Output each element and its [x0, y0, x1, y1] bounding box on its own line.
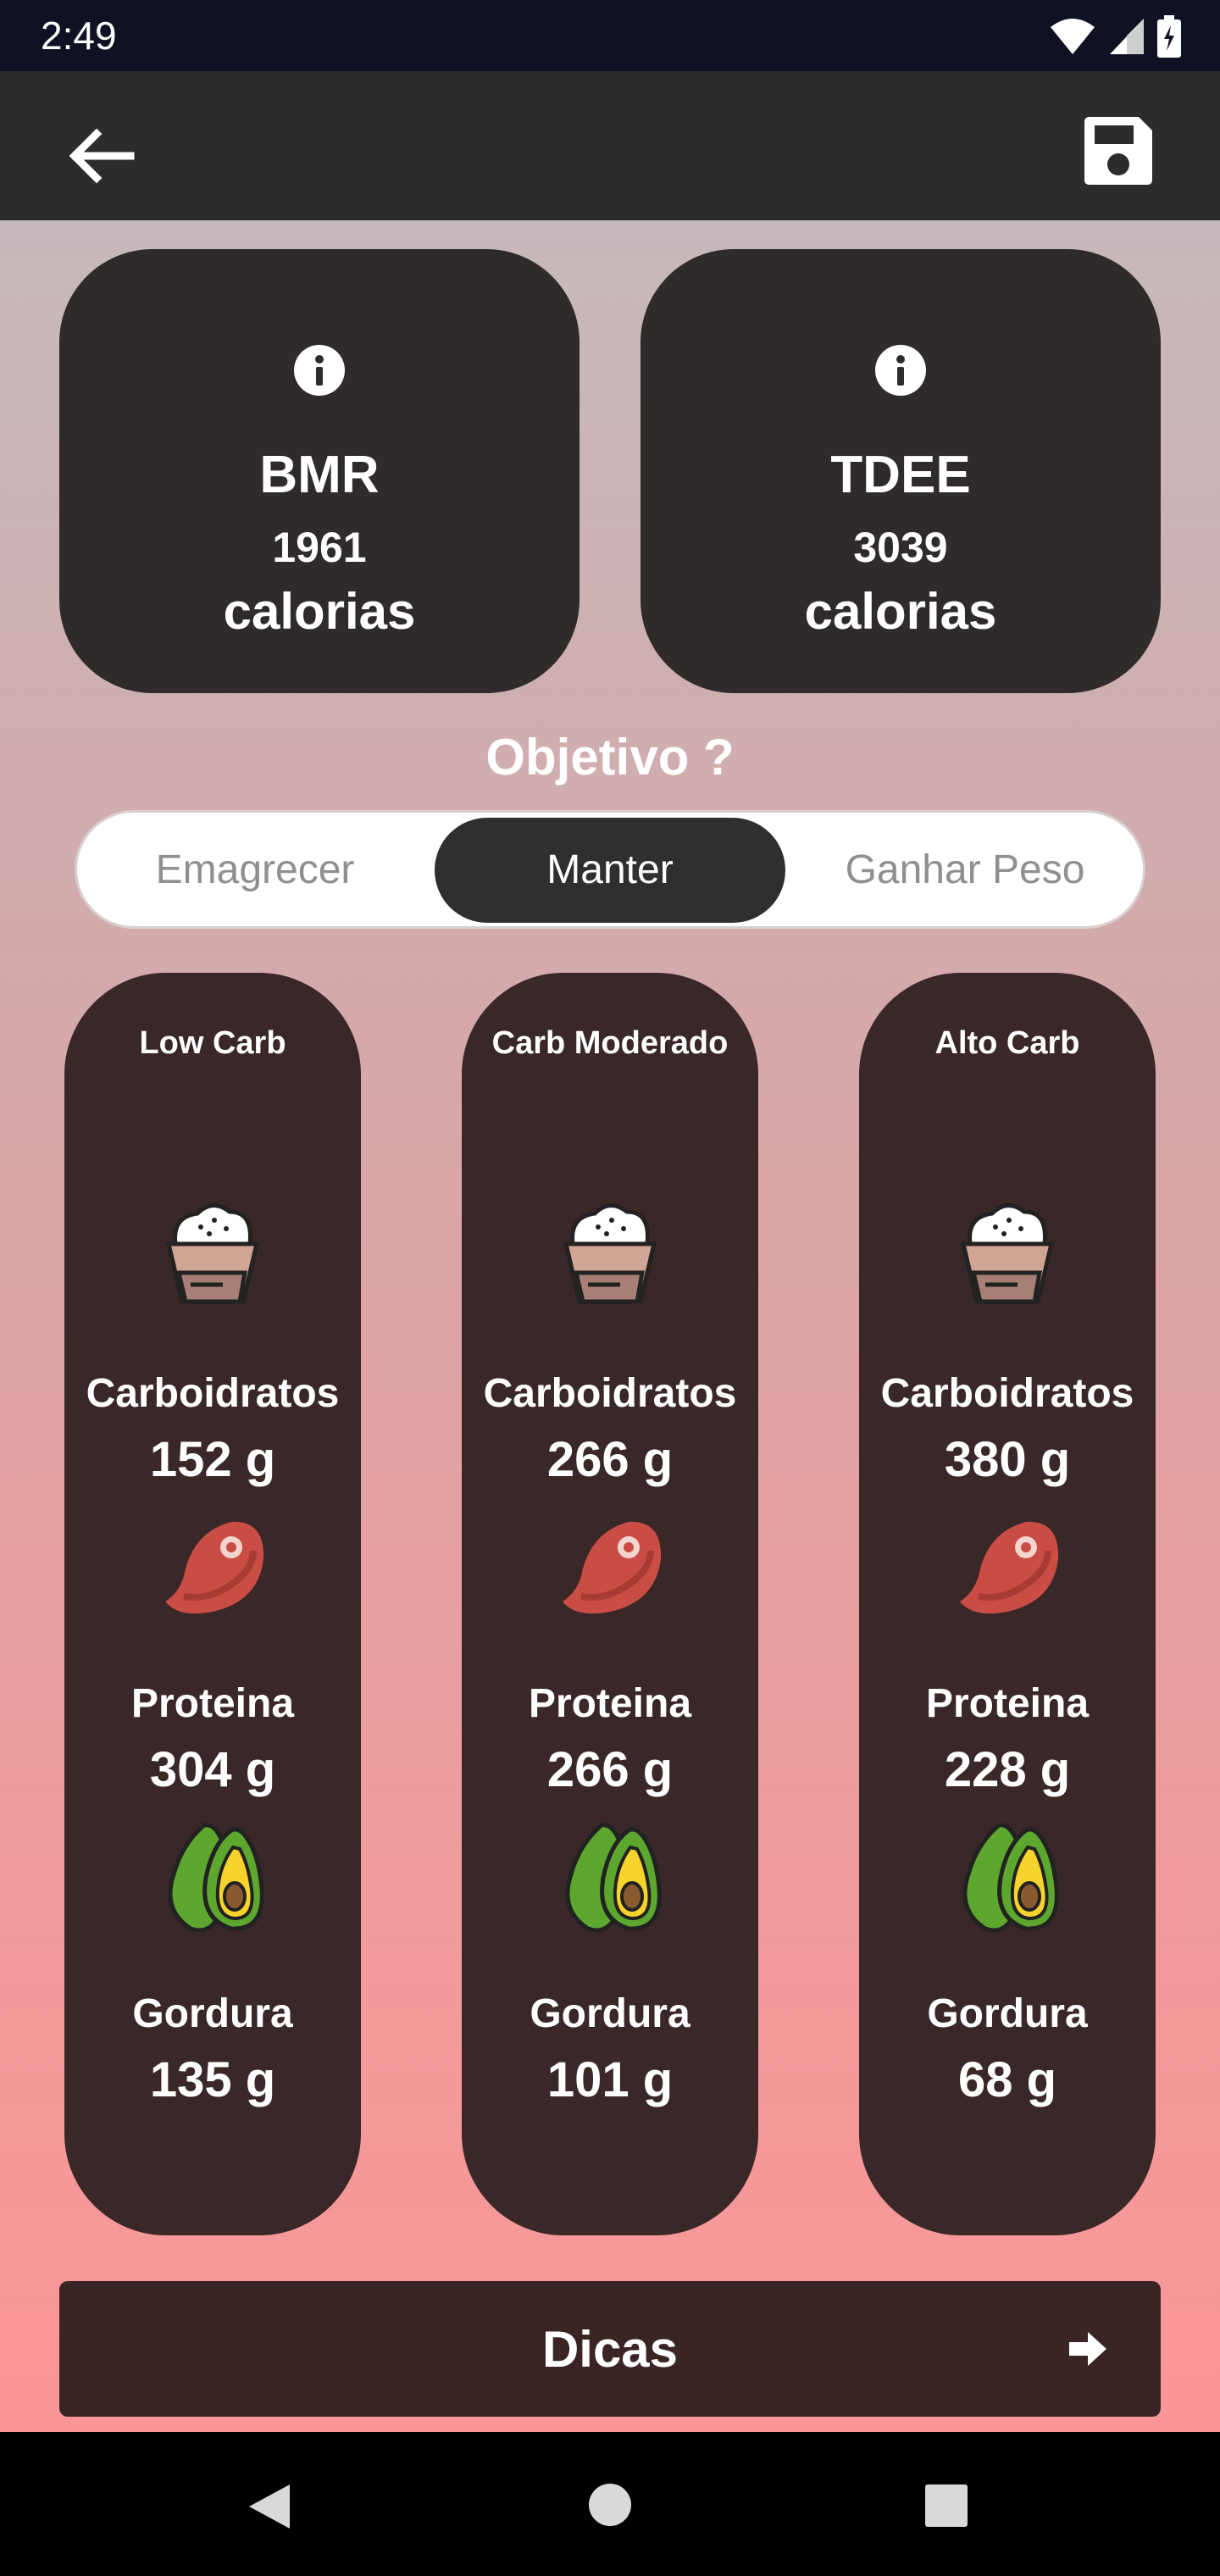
fat-value: 101 g [546, 2052, 674, 2107]
protein-value: 304 g [149, 1742, 276, 1797]
fat-value: 135 g [149, 2052, 276, 2107]
nav-recents-icon[interactable] [925, 2484, 968, 2527]
info-icon[interactable] [874, 344, 927, 397]
tdee-label: TDEE [830, 446, 971, 504]
bmr-unit: calorias [223, 583, 416, 640]
fat-label: Gordura [927, 1991, 1088, 2036]
rice-bowl-icon [165, 1203, 260, 1304]
signal-icon [1110, 19, 1144, 54]
option-ganhar-peso[interactable]: Ganhar Peso [796, 818, 1134, 923]
diet-title: Low Carb [139, 1025, 286, 1061]
rice-bowl-icon [563, 1203, 657, 1304]
objective-selector: Emagrecer Manter Ganhar Peso [75, 810, 1145, 929]
arrow-left-icon [69, 128, 135, 184]
back-button[interactable] [59, 114, 144, 198]
status-time: 2:49 [41, 14, 117, 58]
tdee-value: 3039 [853, 524, 948, 571]
app-bar [0, 71, 1220, 220]
steak-icon [165, 1521, 264, 1614]
carb-value: 266 g [546, 1432, 674, 1487]
avocado-icon [168, 1823, 264, 1933]
nav-home-icon[interactable] [588, 2483, 632, 2527]
fat-label: Gordura [530, 1991, 690, 2036]
carb-value: 152 g [149, 1432, 276, 1487]
tips-button[interactable]: Dicas [59, 2281, 1161, 2417]
carb-label: Carboidratos [880, 1371, 1134, 1416]
fat-value: 68 g [957, 2052, 1057, 2107]
carb-label: Carboidratos [483, 1371, 737, 1416]
avocado-icon [565, 1823, 662, 1933]
protein-label: Proteina [130, 1681, 295, 1726]
content-area: BMR 1961 calorias TDEE 3039 calorias Obj… [0, 220, 1220, 2432]
objective-title: Objetivo ? [485, 729, 735, 786]
carb-value: 380 g [944, 1432, 1071, 1487]
protein-value: 266 g [546, 1742, 674, 1797]
steak-icon [563, 1521, 662, 1614]
diet-title: Alto Carb [934, 1025, 1080, 1061]
protein-label: Proteina [528, 1681, 692, 1726]
battery-icon [1157, 15, 1181, 58]
avocado-icon [962, 1823, 1059, 1933]
status-icons [1049, 14, 1181, 59]
steak-icon [960, 1521, 1059, 1614]
diet-card-alto-carb[interactable]: Alto Carb Carboidratos 380 g Proteina 22… [859, 973, 1156, 2235]
tdee-card[interactable]: TDEE 3039 calorias [640, 249, 1161, 693]
tdee-unit: calorias [804, 583, 997, 640]
protein-label: Proteina [925, 1681, 1090, 1726]
option-manter[interactable]: Manter [435, 818, 785, 923]
protein-value: 228 g [944, 1742, 1071, 1797]
diet-card-low-carb[interactable]: Low Carb Carboidratos 152 g Proteina 304… [64, 973, 361, 2235]
diet-card-carb-moderado[interactable]: Carb Moderado Carboidratos 266 g Protein… [462, 973, 758, 2235]
bmr-card[interactable]: BMR 1961 calorias [59, 249, 580, 693]
save-button[interactable] [1076, 108, 1161, 193]
wifi-icon [1051, 19, 1095, 54]
bmr-value: 1961 [272, 524, 367, 571]
tips-label: Dicas [541, 2321, 679, 2378]
option-emagrecer[interactable]: Emagrecer [86, 818, 424, 923]
arrow-right-icon [1069, 2332, 1106, 2366]
status-bar: 2:49 [0, 0, 1220, 71]
fat-label: Gordura [132, 1991, 293, 2036]
system-nav-bar [0, 2432, 1220, 2576]
diet-title: Carb Moderado [491, 1025, 729, 1061]
floppy-disk-icon [1084, 117, 1152, 185]
rice-bowl-icon [960, 1203, 1055, 1304]
nav-back-icon[interactable] [246, 2481, 293, 2532]
info-icon[interactable] [293, 344, 346, 397]
carb-label: Carboidratos [86, 1371, 340, 1416]
bmr-label: BMR [259, 446, 380, 504]
